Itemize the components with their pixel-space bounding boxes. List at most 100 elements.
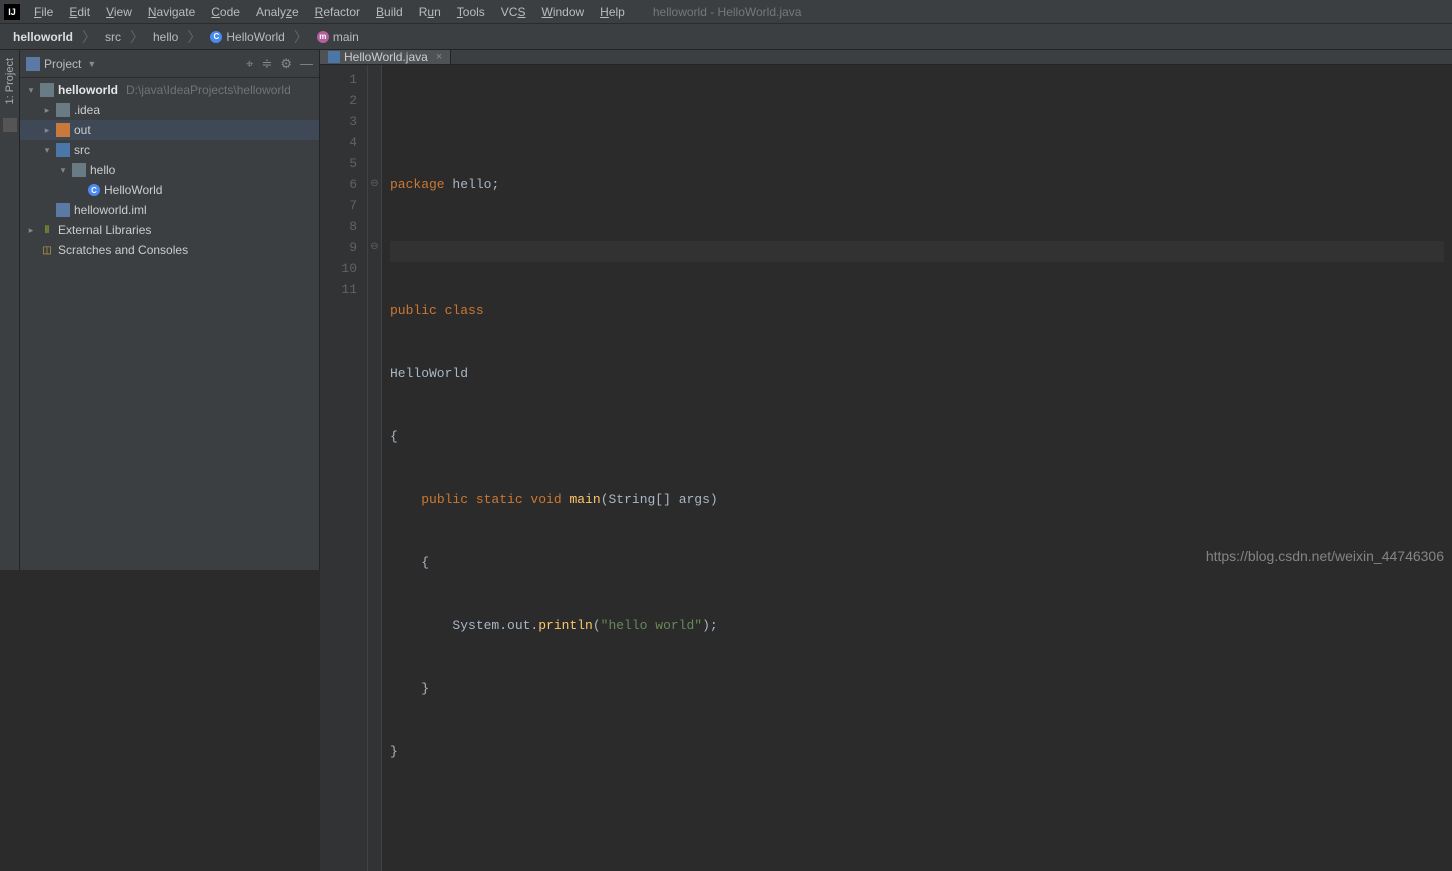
java-class-icon: C [88,184,100,196]
code-brace: { [390,555,429,570]
project-tree[interactable]: ▾ helloworld D:\java\IdeaProjects\hellow… [20,78,319,570]
code-keyword: package [390,177,445,192]
tree-out[interactable]: ▸ out [20,120,319,140]
crumb-src-label: src [105,30,121,44]
fold-icon[interactable]: ⊖ [368,174,381,195]
libraries-icon: ⫴ [40,223,54,237]
menu-window[interactable]: Window [533,2,592,22]
code-signature: (String[] args) [601,492,718,507]
crumb-project-label: helloworld [13,30,73,44]
code-punct: ; [491,177,499,192]
project-panel: Project ▼ ⌖ ≑ ⚙ — ▾ helloworld D:\java\I… [20,50,320,570]
close-tab-icon[interactable]: × [436,51,442,63]
dropdown-icon[interactable]: ▼ [87,59,96,69]
project-folder-icon [40,83,54,97]
tree-iml[interactable]: helloworld.iml [20,200,319,220]
crumb-sep-icon: 〉 [294,27,308,47]
line-number-gutter: 1 2 3 4 5 6 7 8 9 10 11 [320,65,368,871]
menu-run[interactable]: Run [411,2,449,22]
tree-scratch-label: Scratches and Consoles [58,243,188,257]
tree-pkg-label: hello [90,163,115,177]
tree-src-label: src [74,143,90,157]
folder-icon [56,103,70,117]
line-number: 5 [320,153,357,174]
method-icon: m [317,31,329,43]
editor-tab-label: HelloWorld.java [344,50,428,64]
tree-iml-label: helloworld.iml [74,203,147,217]
src-folder-icon [56,143,70,157]
menu-analyze[interactable]: Analyze [248,2,307,22]
expand-icon[interactable]: ▸ [42,125,52,136]
menu-code[interactable]: Code [203,2,248,22]
code-brace: } [390,744,398,759]
menu-refactor[interactable]: Refactor [307,2,368,22]
crumb-package[interactable]: hello [150,30,181,44]
project-panel-header: Project ▼ ⌖ ≑ ⚙ — [20,50,319,78]
tree-idea-label: .idea [74,103,100,117]
tree-idea[interactable]: ▸ .idea [20,100,319,120]
scratches-icon: ◫ [40,243,54,257]
project-view-icon [26,57,40,71]
line-number: 7 [320,195,357,216]
menu-vcs[interactable]: VCS [493,2,534,22]
iml-file-icon [56,203,70,217]
crumb-src[interactable]: src [102,30,124,44]
menu-tools[interactable]: Tools [449,2,493,22]
crumb-sep-icon: 〉 [82,27,96,47]
menu-help[interactable]: Help [592,2,633,22]
project-panel-title[interactable]: Project [44,57,81,71]
menu-file[interactable]: File [26,2,61,22]
tree-class-label: HelloWorld [104,183,162,197]
expand-icon[interactable]: ▾ [58,165,68,176]
collapse-all-icon[interactable]: ≑ [261,56,272,72]
crumb-sep-icon: 〉 [187,27,201,47]
tree-root-label: helloworld [58,83,118,97]
code-method: println [538,618,593,633]
tree-root[interactable]: ▾ helloworld D:\java\IdeaProjects\hellow… [20,80,319,100]
tree-package[interactable]: ▾ hello [20,160,319,180]
crumb-method[interactable]: mmain [314,30,362,44]
line-number: 1 [320,69,357,90]
toolwindow-structure-icon[interactable] [3,118,17,132]
out-folder-icon [56,123,70,137]
hide-panel-icon[interactable]: — [300,56,313,72]
crumb-sep-icon: 〉 [130,27,144,47]
expand-icon[interactable]: ▾ [26,85,36,96]
menu-view[interactable]: View [98,2,140,22]
tree-external-libraries[interactable]: ▸ ⫴ External Libraries [20,220,319,240]
breadcrumb: helloworld 〉 src 〉 hello 〉 CHelloWorld 〉… [0,24,1452,50]
code-class: HelloWorld [390,366,468,381]
locate-icon[interactable]: ⌖ [246,56,253,72]
expand-icon[interactable]: ▾ [42,145,52,156]
left-toolstrip: 1: Project [0,50,20,570]
tree-scratches[interactable]: ◫ Scratches and Consoles [20,240,319,260]
expand-icon[interactable]: ▸ [26,225,36,236]
tree-root-path: D:\java\IdeaProjects\helloworld [126,83,291,97]
code-punct: ( [593,618,601,633]
crumb-class[interactable]: CHelloWorld [207,30,287,44]
line-number: 11 [320,279,357,300]
crumb-method-label: main [333,30,359,44]
settings-icon[interactable]: ⚙ [280,56,292,72]
menu-navigate[interactable]: Navigate [140,2,203,22]
crumb-pkg-label: hello [153,30,178,44]
code-text[interactable]: package hello; public class HelloWorld {… [382,65,1452,871]
code-punct: ); [702,618,718,633]
code-area[interactable]: 1 2 3 4 5 6 7 8 9 10 11 ⊖ ⊖ [320,65,1452,871]
menu-build[interactable]: Build [368,2,411,22]
editor-tabs: HelloWorld.java × [320,50,1452,65]
expand-icon[interactable]: ▸ [42,105,52,116]
code-string: "hello world" [601,618,702,633]
line-number: 6 [320,174,357,195]
java-file-icon [328,51,340,63]
editor-tab[interactable]: HelloWorld.java × [320,50,451,64]
crumb-project[interactable]: helloworld [10,30,76,44]
code-identifier: hello [452,177,491,192]
code-brace: } [390,681,429,696]
toolwindow-project-tab[interactable]: 1: Project [4,54,16,108]
tree-class[interactable]: C HelloWorld [20,180,319,200]
fold-end-icon[interactable]: ⊖ [368,237,381,258]
line-number: 8 [320,216,357,237]
menu-edit[interactable]: Edit [61,2,98,22]
tree-src[interactable]: ▾ src [20,140,319,160]
